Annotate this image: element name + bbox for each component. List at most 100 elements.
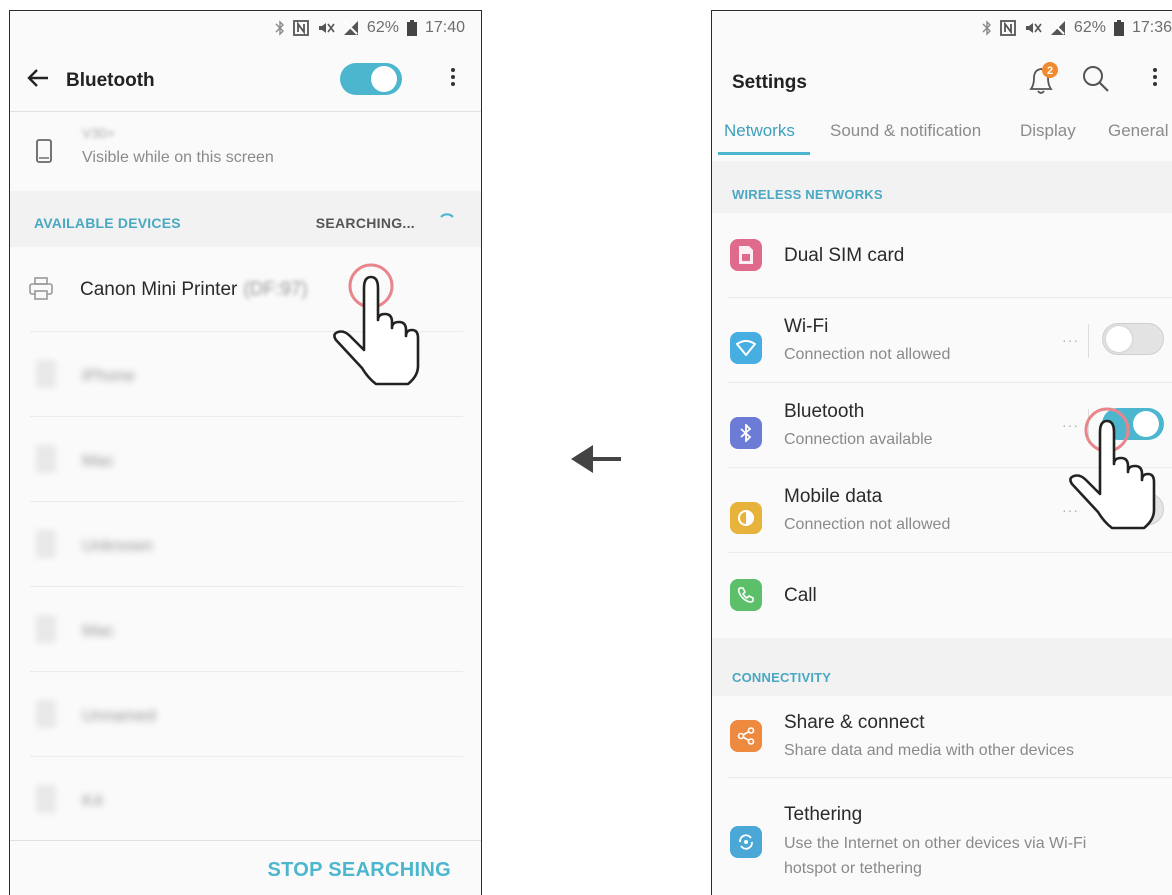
connectivity-header: CONNECTIVITY bbox=[712, 638, 1172, 696]
row-title: Bluetooth bbox=[784, 401, 865, 422]
nfc-icon bbox=[1000, 20, 1016, 36]
bluetooth-status-icon bbox=[982, 20, 991, 36]
device-name: Mac bbox=[82, 451, 115, 470]
device-name: Mac bbox=[82, 621, 115, 640]
this-device-row: V30+ Visible while on this screen bbox=[10, 111, 481, 192]
section-label: WIRELESS NETWORKS bbox=[732, 187, 883, 202]
row-bluetooth[interactable]: Bluetooth Connection available ··· bbox=[712, 383, 1172, 468]
tab-general[interactable]: General bbox=[1108, 121, 1168, 141]
status-bar: 62% 17:40 bbox=[10, 11, 481, 45]
searching-status: SEARCHING... bbox=[315, 215, 415, 231]
toggle-knob bbox=[1106, 496, 1132, 522]
device-icon bbox=[36, 615, 56, 643]
visibility-text: Visible while on this screen bbox=[82, 149, 274, 166]
search-icon[interactable] bbox=[1082, 65, 1110, 93]
page-title: Bluetooth bbox=[66, 70, 155, 91]
row-subtitle: Connection not allowed bbox=[784, 516, 951, 533]
more-dots[interactable]: ··· bbox=[1062, 332, 1079, 348]
row-title: Wi-Fi bbox=[784, 316, 829, 337]
tab-networks[interactable]: Networks bbox=[724, 121, 795, 141]
sim-card-icon bbox=[730, 239, 762, 271]
list-item[interactable]: Mac bbox=[10, 587, 481, 672]
back-arrow-icon[interactable] bbox=[26, 67, 50, 89]
device-icon bbox=[36, 700, 56, 728]
row-subtitle: Connection not allowed bbox=[784, 346, 951, 363]
stop-searching-button[interactable]: STOP SEARCHING bbox=[268, 859, 452, 882]
device-icon bbox=[36, 445, 56, 473]
row-mobile-data[interactable]: Mobile data Connection not allowed ··· bbox=[712, 468, 1172, 553]
row-subtitle: Share data and media with other devices bbox=[784, 742, 1074, 759]
wifi-icon bbox=[730, 332, 762, 364]
bluetooth-toggle[interactable] bbox=[1102, 408, 1164, 440]
left-arrow-icon bbox=[571, 445, 621, 473]
device-name: Canon Mini Printer bbox=[80, 279, 238, 300]
device-name: V30+ bbox=[82, 125, 116, 141]
list-item[interactable]: iPhone bbox=[10, 332, 481, 417]
list-item[interactable]: Unknown bbox=[10, 502, 481, 587]
bluetooth-toggle[interactable] bbox=[340, 63, 402, 95]
settings-screen: 62% 17:36 Settings 2 Networks Sound & no… bbox=[711, 10, 1172, 895]
toggle-knob bbox=[1106, 326, 1132, 352]
row-title: Tethering bbox=[784, 804, 863, 825]
no-signal-icon bbox=[343, 21, 358, 35]
device-name: K4 bbox=[82, 791, 103, 810]
status-bar: 62% 17:36 bbox=[712, 11, 1172, 45]
tethering-icon bbox=[730, 826, 762, 858]
device-icon bbox=[36, 360, 56, 388]
bottom-action-bar: STOP SEARCHING bbox=[10, 840, 481, 895]
list-item-canon-printer[interactable]: Canon Mini Printer (DF:97) bbox=[10, 247, 481, 332]
row-dual-sim[interactable]: Dual SIM card bbox=[712, 213, 1172, 298]
mobile-data-toggle[interactable] bbox=[1102, 493, 1164, 525]
battery-icon bbox=[406, 20, 417, 36]
battery-percent: 62% bbox=[366, 19, 399, 36]
notification-badge: 2 bbox=[1047, 65, 1053, 77]
page-title: Settings bbox=[732, 72, 807, 93]
section-label: AVAILABLE DEVICES bbox=[34, 215, 181, 231]
row-subtitle: Connection available bbox=[784, 431, 933, 448]
device-icon bbox=[36, 785, 56, 813]
more-dots[interactable]: ··· bbox=[1062, 502, 1079, 518]
tab-display[interactable]: Display bbox=[1020, 121, 1076, 141]
phone-icon bbox=[36, 139, 52, 163]
mobile-data-icon bbox=[730, 502, 762, 534]
no-signal-icon bbox=[1050, 21, 1065, 35]
available-devices-header: AVAILABLE DEVICES SEARCHING... bbox=[10, 191, 481, 247]
row-subtitle: Use the Internet on other devices via Wi… bbox=[784, 835, 1087, 877]
wifi-toggle[interactable] bbox=[1102, 323, 1164, 355]
status-time: 17:40 bbox=[424, 19, 465, 36]
status-time: 17:36 bbox=[1131, 19, 1172, 36]
loading-spinner-icon bbox=[440, 213, 454, 218]
device-name: Unnamed bbox=[82, 706, 156, 725]
more-options-icon[interactable] bbox=[1153, 65, 1157, 89]
list-item[interactable]: K4 bbox=[10, 757, 481, 842]
nfc-icon bbox=[293, 20, 309, 36]
printer-icon bbox=[29, 277, 53, 300]
list-item[interactable]: Mac bbox=[10, 417, 481, 502]
more-dots[interactable]: ··· bbox=[1062, 417, 1079, 433]
row-title: Call bbox=[784, 585, 817, 606]
mute-icon bbox=[318, 23, 335, 33]
list-item[interactable]: Unnamed bbox=[10, 672, 481, 757]
more-options-icon[interactable] bbox=[451, 65, 455, 89]
row-title: Dual SIM card bbox=[784, 245, 905, 266]
row-share-connect[interactable]: Share & connect Share data and media wit… bbox=[712, 696, 1172, 778]
share-icon bbox=[730, 720, 762, 752]
bluetooth-status-icon bbox=[275, 20, 284, 36]
device-name: iPhone bbox=[82, 366, 135, 385]
battery-percent: 62% bbox=[1073, 19, 1106, 36]
device-icon bbox=[36, 530, 56, 558]
bell-icon[interactable]: 2 bbox=[1024, 59, 1064, 99]
toggle-knob bbox=[1133, 411, 1159, 437]
row-tethering[interactable]: Tethering Use the Internet on other devi… bbox=[712, 778, 1172, 895]
divider bbox=[1088, 409, 1089, 443]
active-tab-indicator bbox=[718, 152, 810, 155]
device-id: (DF:97) bbox=[243, 279, 308, 300]
row-call[interactable]: Call bbox=[712, 553, 1172, 638]
battery-icon bbox=[1113, 20, 1124, 36]
toggle-knob bbox=[371, 66, 397, 92]
row-wifi[interactable]: Wi-Fi Connection not allowed ··· bbox=[712, 298, 1172, 383]
device-label: Canon Mini Printer (DF:97) bbox=[80, 279, 308, 301]
row-title: Share & connect bbox=[784, 712, 925, 733]
bluetooth-screen: 62% 17:40 Bluetooth V30+ Visible while o… bbox=[9, 10, 482, 895]
tab-sound-notification[interactable]: Sound & notification bbox=[830, 121, 981, 141]
